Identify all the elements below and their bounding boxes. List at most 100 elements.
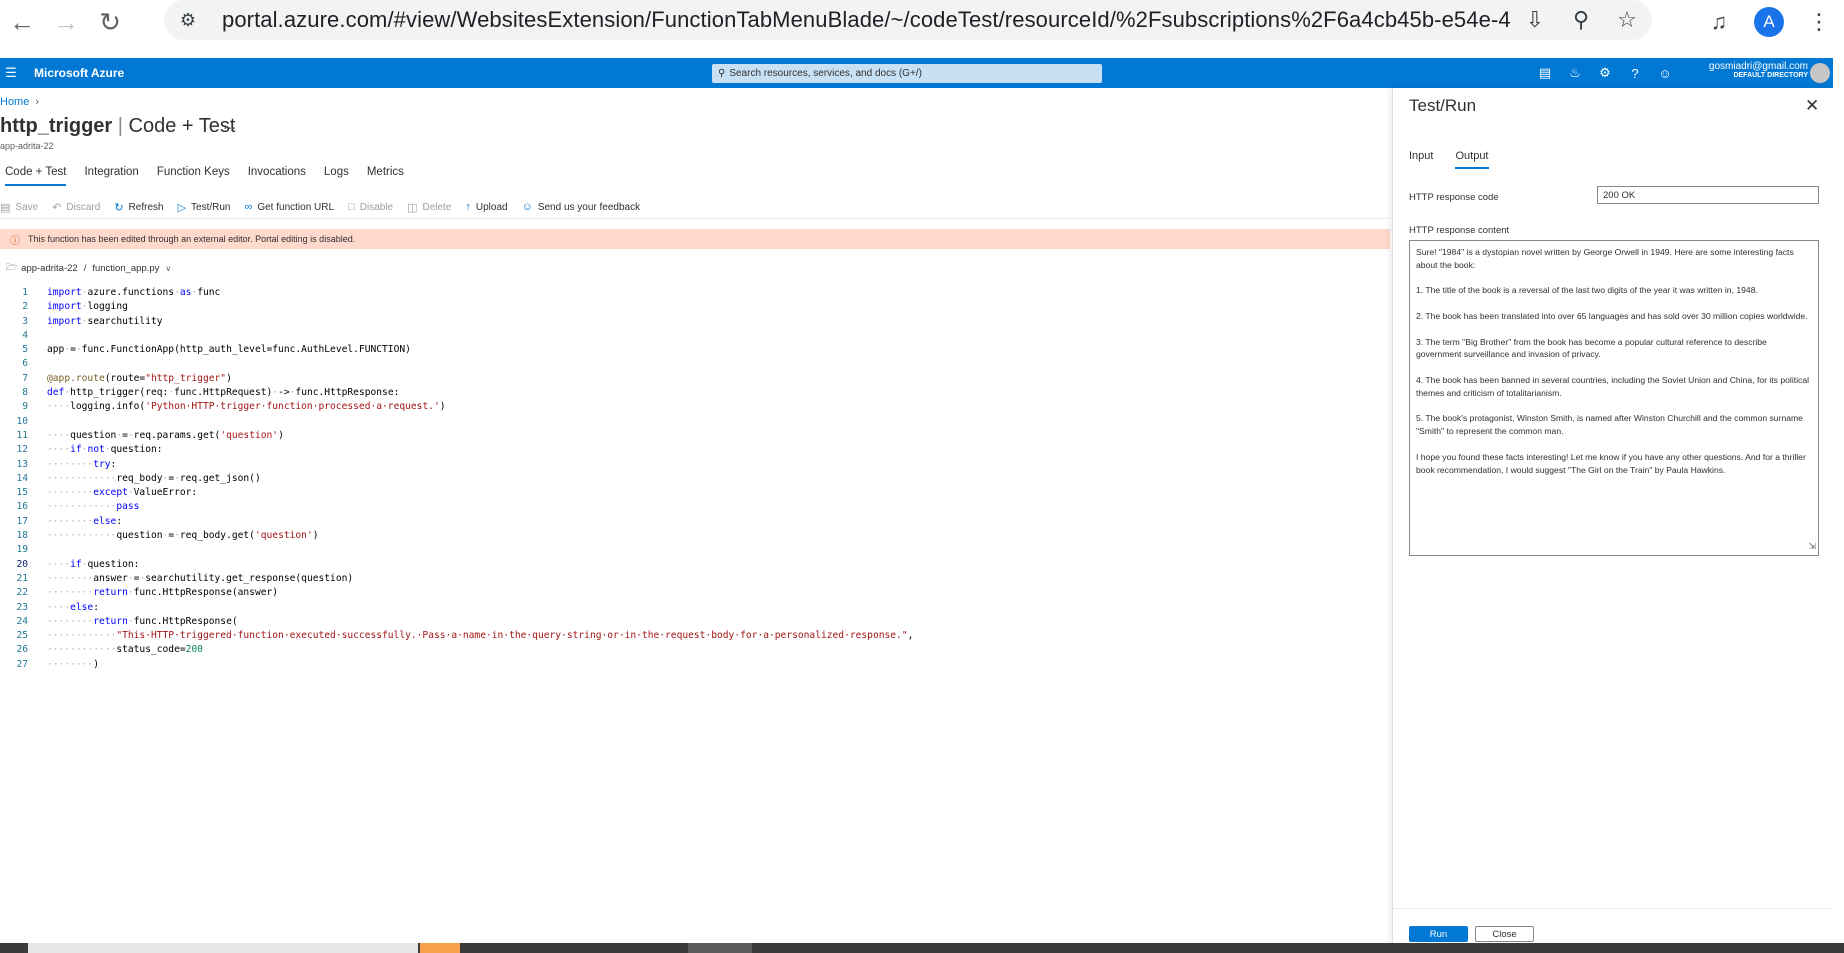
feedback-icon[interactable]: ☺ — [1650, 66, 1680, 81]
line-number: 20 — [16, 558, 28, 570]
tab-output[interactable]: Output — [1455, 150, 1489, 169]
account-info[interactable]: gosmiadri@gmail.com DEFAULT DIRECTORY — [1680, 61, 1808, 79]
code-line[interactable]: 17 ········else: — [0, 515, 913, 529]
chevron-down-icon: ∨ — [165, 263, 172, 273]
code-line[interactable]: 16 ············pass — [0, 500, 913, 514]
profile-avatar[interactable]: A — [1754, 7, 1784, 37]
global-search-input[interactable]: ⚲ Search resources, services, and docs (… — [712, 64, 1102, 83]
more-options-icon[interactable]: ... — [223, 116, 236, 134]
warning-icon: ⓘ — [10, 235, 20, 247]
tab-metrics[interactable]: Metrics — [367, 166, 404, 186]
code-text: ········try: — [47, 458, 117, 470]
code-line[interactable]: 18 ············question·=·req_body.get('q… — [0, 529, 913, 543]
response-content-textarea[interactable]: Sure! "1984" is a dystopian novel writte… — [1409, 240, 1819, 556]
get-function-url-button[interactable]: ∞ Get function URL — [245, 201, 335, 213]
upload-button[interactable]: ↑ Upload — [465, 201, 507, 213]
back-arrow-icon[interactable]: ← — [0, 2, 44, 42]
code-line[interactable]: 7 @app.route(route="http_trigger") — [0, 372, 913, 386]
code-line[interactable]: 4 — [0, 329, 913, 343]
response-content-label: HTTP response content — [1409, 225, 1510, 236]
refresh-label: Refresh — [128, 201, 164, 213]
breadcrumb-home[interactable]: Home — [0, 96, 29, 108]
bookmark-star-icon[interactable]: ☆ — [1604, 0, 1650, 40]
line-number: 12 — [16, 444, 28, 456]
code-line[interactable]: 15 ········except·ValueError: — [0, 486, 913, 500]
tab-invocations[interactable]: Invocations — [248, 166, 306, 186]
resize-handle-icon[interactable]: ⇲ — [1808, 540, 1816, 553]
settings-gear-icon[interactable]: ⚙ — [1590, 65, 1620, 81]
code-text: ············question·=·req_body.get('que… — [47, 530, 319, 542]
code-line[interactable]: 9 ····logging.info('Python·HTTP·trigger·f… — [0, 400, 913, 414]
file-path-file: function_app.py — [92, 262, 160, 274]
tab-input[interactable]: Input — [1409, 150, 1433, 169]
portal-menu-icon[interactable]: ☰ — [0, 65, 22, 81]
close-button[interactable]: Close — [1475, 926, 1534, 942]
code-line[interactable]: 19 — [0, 543, 913, 557]
url-text[interactable]: portal.azure.com/#view/WebsitesExtension… — [222, 7, 1512, 33]
code-line[interactable]: 5 app·=·func.FunctionApp(http_auth_level=… — [0, 343, 913, 357]
line-number: 16 — [16, 501, 28, 513]
account-avatar[interactable] — [1810, 63, 1830, 83]
notifications-icon[interactable]: ♨ — [1560, 65, 1590, 81]
help-icon[interactable]: ? — [1620, 66, 1650, 81]
code-text: ····if·question: — [47, 558, 140, 570]
code-line[interactable]: 22 ········return·func.HttpResponse(answe… — [0, 586, 913, 600]
feedback-button[interactable]: ☺ Send us your feedback — [522, 201, 641, 213]
external-editor-warning: ⓘ This function has been edited through … — [0, 229, 1390, 249]
tab-function-keys[interactable]: Function Keys — [157, 166, 230, 186]
code-line[interactable]: 27 ········) — [0, 658, 913, 672]
taskbar-app-icon[interactable] — [420, 943, 460, 953]
code-line[interactable]: 21 ········answer·=·searchutility.get_res… — [0, 572, 913, 586]
tab-code-test[interactable]: Code + Test — [5, 166, 67, 186]
code-editor[interactable]: 1 import·azure.functions·as·func 2 import·l… — [0, 286, 913, 672]
reload-icon[interactable]: ↻ — [88, 2, 132, 42]
code-line[interactable]: 23 ····else: — [0, 601, 913, 615]
code-line[interactable]: 1 import·azure.functions·as·func — [0, 286, 913, 300]
code-line[interactable]: 14 ············req_body·=·req.get_json() — [0, 472, 913, 486]
address-bar[interactable]: ⚙ portal.azure.com/#view/WebsitesExtensi… — [164, 0, 1652, 40]
forward-arrow-icon[interactable]: → — [44, 2, 88, 42]
save-button[interactable]: ▤ Save — [0, 201, 38, 214]
line-number: 26 — [16, 644, 28, 656]
code-line[interactable]: 2 import·logging — [0, 300, 913, 314]
code-line[interactable]: 13 ········try: — [0, 458, 913, 472]
code-text: ····logging.info('Python·HTTP·trigger·fu… — [47, 401, 446, 413]
code-line[interactable]: 20 ····if·question: — [0, 558, 913, 572]
code-line[interactable]: 25 ············"This·HTTP·triggered·funct… — [0, 629, 913, 643]
disable-button[interactable]: □ Disable — [348, 201, 393, 213]
code-text: ········return·func.HttpResponse(answer) — [47, 587, 279, 599]
browser-menu-icon[interactable]: ⋮ — [1794, 2, 1844, 42]
code-text: @app.route(route="http_trigger") — [47, 372, 232, 384]
media-control-icon[interactable]: ♫ — [1694, 2, 1744, 42]
response-code-field[interactable]: 200 OK — [1597, 186, 1819, 204]
azure-brand[interactable]: Microsoft Azure — [34, 66, 124, 80]
code-line[interactable]: 26 ············status_code=200 — [0, 643, 913, 657]
cloud-shell-icon[interactable]: ▤ — [1530, 65, 1560, 81]
code-line[interactable]: 12 ····if·not·question: — [0, 443, 913, 457]
tab-integration[interactable]: Integration — [84, 166, 138, 186]
delete-button[interactable]: ◫ Delete — [407, 201, 451, 214]
file-path-selector[interactable]: 🗁 app-adrita-22 / function_app.py ∨ — [6, 260, 171, 276]
code-line[interactable]: 3 import·searchutility — [0, 315, 913, 329]
test-run-button[interactable]: ▷ Test/Run — [178, 201, 231, 214]
code-line[interactable]: 8 def·http_trigger(req:·func.HttpRequest)… — [0, 386, 913, 400]
refresh-button[interactable]: ↻ Refresh — [114, 201, 163, 214]
discard-button[interactable]: ↶ Discard — [52, 201, 100, 214]
site-info-icon[interactable]: ⚙ — [168, 0, 208, 40]
tab-logs[interactable]: Logs — [324, 166, 349, 186]
trash-icon: ◫ — [407, 201, 418, 214]
azure-top-bar: ☰ Microsoft Azure ⚲ Search resources, se… — [0, 58, 1833, 88]
close-icon[interactable]: ✕ — [1805, 96, 1819, 116]
code-line[interactable]: 11 ····question·=·req.params.get('questio… — [0, 429, 913, 443]
code-line[interactable]: 10 — [0, 415, 913, 429]
run-button[interactable]: Run — [1409, 926, 1468, 942]
install-app-icon[interactable]: ⇩ — [1512, 0, 1558, 40]
zoom-icon[interactable]: ⚲ — [1558, 0, 1604, 40]
response-paragraph: 4. The book has been banned in several c… — [1416, 374, 1810, 398]
code-line[interactable]: 6 — [0, 357, 913, 371]
test-run-label: Test/Run — [191, 201, 231, 213]
code-line[interactable]: 24 ········return·func.HttpResponse( — [0, 615, 913, 629]
discard-label: Discard — [66, 201, 101, 213]
code-text: ············status_code=200 — [47, 644, 203, 656]
get-function-url-label: Get function URL — [257, 201, 335, 213]
